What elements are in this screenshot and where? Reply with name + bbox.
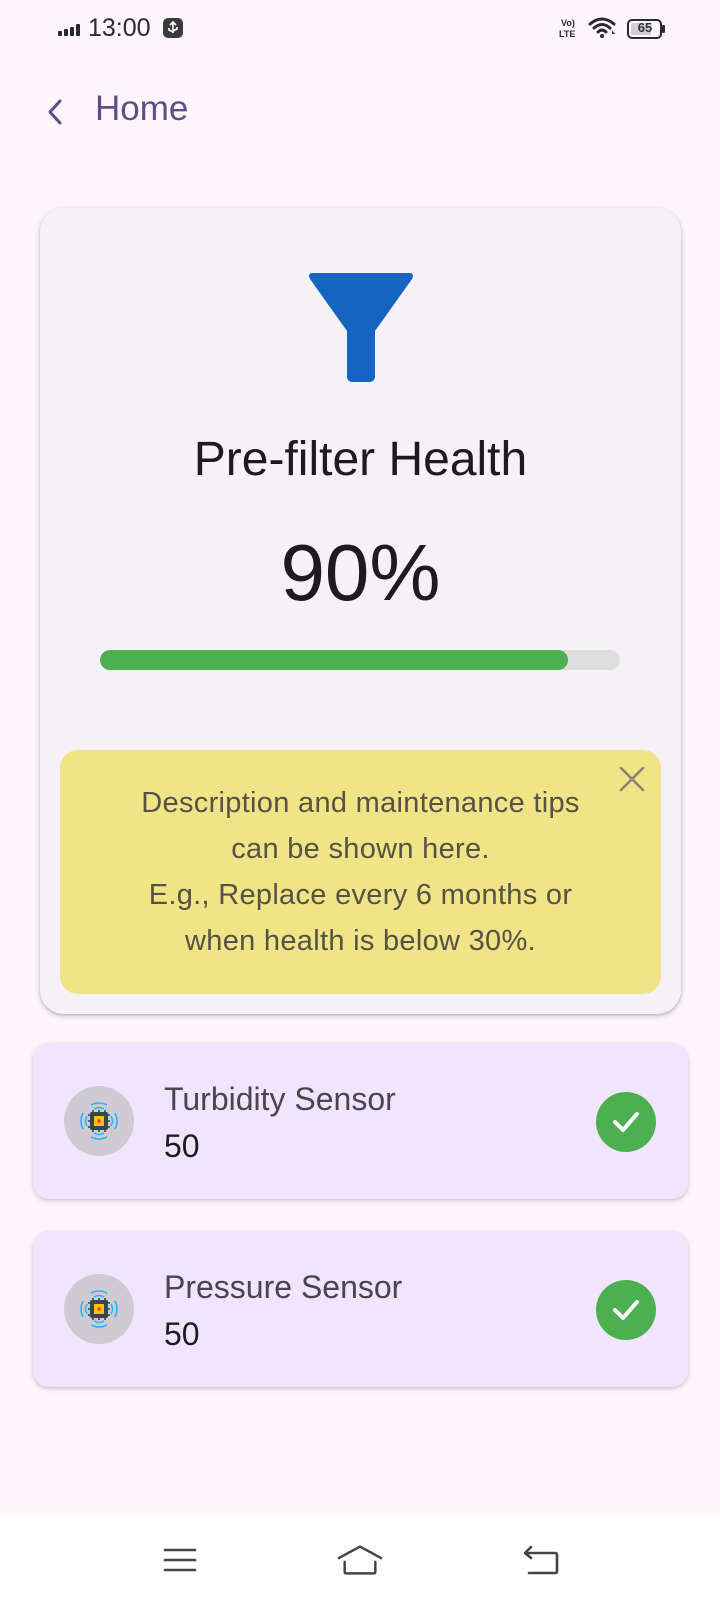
back-icon — [523, 1545, 559, 1575]
sensor-value: 50 — [164, 1316, 200, 1352]
check-circle-icon — [596, 1280, 656, 1340]
page-title: Home — [95, 89, 189, 128]
back-button[interactable] — [36, 90, 76, 134]
back-nav-button[interactable] — [518, 1537, 564, 1583]
battery-level: 65 — [637, 20, 653, 35]
tips-line: E.g., Replace every 6 months or — [148, 879, 573, 911]
sensor-name: Pressure Sensor — [164, 1269, 403, 1305]
health-progress-fill — [100, 650, 568, 670]
filter-title: Pre-filter Health — [193, 433, 528, 486]
filter-funnel-icon — [309, 273, 413, 382]
svg-text:LTE: LTE — [559, 29, 575, 39]
svg-text:Vo): Vo) — [561, 18, 575, 28]
volte-icon: Vo) LTE — [559, 18, 575, 39]
check-icon — [613, 1300, 639, 1320]
sensor-value: 50 — [164, 1128, 200, 1164]
system-nav-bar — [0, 1515, 720, 1600]
status-time: 13:00 — [88, 14, 151, 42]
menu-icon — [163, 1548, 197, 1572]
check-icon — [613, 1112, 639, 1132]
tips-line: Description and maintenance tips — [141, 787, 580, 819]
sensor-card-turbidity[interactable]: Turbidity Sensor 50 — [33, 1043, 688, 1199]
tips-line: can be shown here. — [231, 833, 490, 865]
check-circle-icon — [596, 1092, 656, 1152]
health-progress-bar — [100, 650, 620, 670]
health-percentage: 90% — [280, 528, 441, 617]
home-button[interactable] — [337, 1537, 383, 1583]
avatar — [64, 1086, 134, 1156]
home-icon — [337, 1545, 383, 1575]
sensor-chip-icon — [80, 1290, 118, 1328]
status-bar: 13:00 Vo) LTE 65 — [0, 0, 720, 58]
sensor-card-pressure[interactable]: Pressure Sensor 50 — [33, 1231, 688, 1387]
tips-line: when health is below 30%. — [185, 925, 536, 957]
usb-icon — [163, 18, 183, 38]
chevron-left-icon — [48, 99, 62, 125]
menu-button[interactable] — [157, 1537, 203, 1583]
sensor-name: Turbidity Sensor — [164, 1081, 396, 1117]
maintenance-tips-text: Description and maintenance tips can be … — [80, 780, 641, 964]
wifi-icon — [588, 17, 616, 38]
signal-icon — [58, 24, 80, 36]
sensor-chip-icon — [80, 1102, 118, 1140]
avatar — [64, 1274, 134, 1344]
